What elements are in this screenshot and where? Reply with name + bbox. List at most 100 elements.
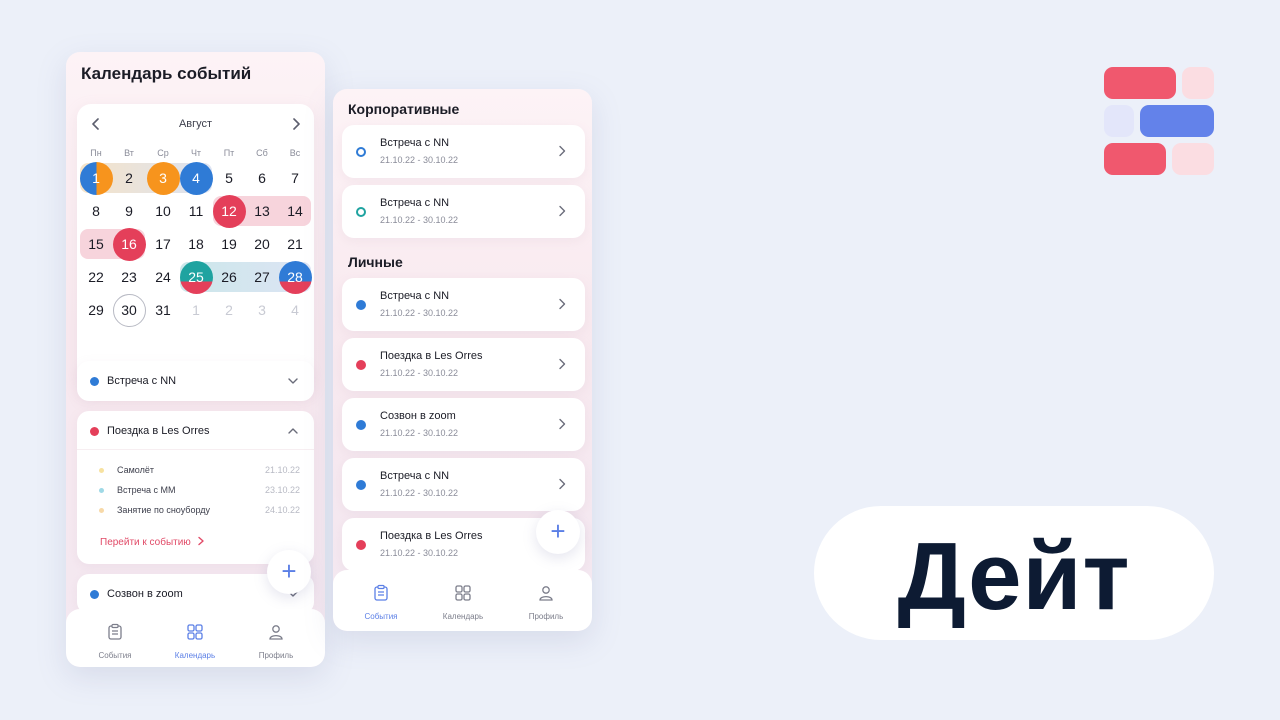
weekday-label: Вт [124,148,134,158]
next-month-button[interactable] [284,112,308,136]
subevent-label: Занятие по сноуборду [117,505,211,515]
event-card[interactable]: Встреча с NN 21.10.22 - 30.10.22 [342,185,585,238]
subevent-date: 23.10.22 [264,485,300,495]
calendar-day[interactable]: 1 [79,161,113,195]
event-title: Встреча с NN [107,375,177,387]
event-dates: 21.10.22 - 30.10.22 [380,428,459,438]
section-title: Корпоративные [348,101,460,117]
tab-events[interactable]: События [341,570,421,624]
calendar-day[interactable]: 17 [147,228,180,261]
event-card[interactable]: Встреча с NN 21.10.22 - 30.10.22 [342,458,585,511]
section-title: Личные [348,254,403,270]
calendar-day[interactable]: 24 [147,261,180,294]
chevron-down-icon[interactable] [286,374,300,388]
calendar-day[interactable]: 4 [279,294,312,327]
calendar-day[interactable]: 16 [112,227,146,261]
calendar-day[interactable]: 4 [179,161,213,195]
calendar-day[interactable]: 29 [80,294,113,327]
calendar-day[interactable]: 19 [213,228,246,261]
calendar-day[interactable]: 21 [279,228,312,261]
event-color-dot [90,590,99,599]
event-card[interactable]: Созвон в zoom 21.10.22 - 30.10.22 [342,398,585,451]
event-title: Поездка в Les Orres [107,425,210,437]
event-card-expanded[interactable]: Поездка в Les Orres Самолёт 21.10.22 Вст… [77,411,314,564]
logo-block [1104,67,1176,99]
calendar-day[interactable]: 27 [246,261,279,294]
calendar-day[interactable]: 7 [279,162,312,195]
calendar-day[interactable]: 26 [213,261,246,294]
tab-label: Профиль [528,612,564,621]
tab-label: События [364,612,398,621]
calendar-day[interactable]: 11 [180,195,213,228]
logo-block [1182,67,1214,99]
calendar-screen: Календарь событий Август Пн Вт Ср Чт Пт Сб Вс … [66,52,325,667]
weekday-label: Вс [289,148,301,158]
logo-block [1104,105,1134,137]
add-event-button[interactable]: + [536,510,580,554]
calendar-day[interactable]: 15 [80,228,113,261]
subevent-dot [99,508,104,513]
event-color-dot [356,480,366,490]
logo-block [1104,143,1166,175]
calendar-day[interactable]: 10 [147,195,180,228]
subevent-label: Встреча с ММ [117,485,176,495]
weekday-label: Пн [90,148,102,158]
calendar-day[interactable]: 30 [112,293,146,327]
event-card[interactable]: Встреча с NN 21.10.22 - 30.10.22 [342,125,585,178]
calendar-day[interactable]: 23 [113,261,146,294]
chevron-right-icon [559,145,566,157]
chevron-right-icon [559,205,566,217]
logo-block [1172,143,1214,175]
goto-event-link[interactable]: Перейти к событию [100,536,206,548]
calendar-day[interactable]: 31 [147,294,180,327]
chevron-right-icon [559,358,566,370]
chevron-up-icon[interactable] [286,424,300,438]
add-event-button[interactable]: + [267,550,311,594]
calendar-day[interactable]: 5 [213,162,246,195]
calendar-day[interactable]: 2 [213,294,246,327]
event-color-ring [356,207,366,217]
calendar-day[interactable]: 2 [113,162,146,195]
tab-events[interactable]: События [75,609,155,663]
chevron-right-icon [293,118,300,130]
chevron-right-icon [559,478,566,490]
calendar-day[interactable]: 18 [180,228,213,261]
event-title: Встреча с NN [380,290,450,302]
tab-calendar[interactable]: Календарь [155,609,235,663]
event-card-collapsed[interactable]: Встреча с NN [77,361,314,401]
tab-profile[interactable]: Профиль [506,570,586,624]
calendar-day[interactable]: 22 [80,261,113,294]
calendar-day[interactable]: 13 [246,195,279,228]
calendar-day[interactable]: 3 [246,294,279,327]
logo-block [1140,105,1214,137]
calendar-day[interactable]: 14 [279,195,312,228]
calendar-day[interactable]: 8 [80,195,113,228]
tab-label: События [98,651,132,660]
event-color-dot [90,377,99,386]
clipboard-icon [108,623,122,640]
calendar-day[interactable]: 1 [180,294,213,327]
chevron-right-icon [559,418,566,430]
grid-icon [187,624,203,640]
calendar-day[interactable]: 28 [278,260,312,294]
tab-bar: События Календарь Профиль [66,609,325,667]
subevent-label: Самолёт [117,465,154,475]
wordmark: Дейт [897,523,1131,630]
chevron-right-icon [559,298,566,310]
event-title: Встреча с NN [380,197,450,209]
event-title: Созвон в zoom [380,410,456,422]
chevron-right-icon [197,536,204,546]
event-color-dot [90,427,99,436]
calendar-day[interactable]: 20 [246,228,279,261]
tab-profile[interactable]: Профиль [236,609,316,663]
calendar-day[interactable]: 9 [113,195,146,228]
event-dates: 21.10.22 - 30.10.22 [380,215,459,225]
event-card[interactable]: Поездка в Les Orres 21.10.22 - 30.10.22 [342,338,585,391]
tab-calendar[interactable]: Календарь [423,570,503,624]
calendar-day[interactable]: 3 [146,161,180,195]
weekday-label: Чт [190,148,202,158]
event-card[interactable]: Встреча с NN 21.10.22 - 30.10.22 [342,278,585,331]
calendar-day[interactable]: 6 [246,162,279,195]
calendar-day[interactable]: 25 [179,260,213,294]
calendar-day[interactable]: 12 [212,194,246,228]
